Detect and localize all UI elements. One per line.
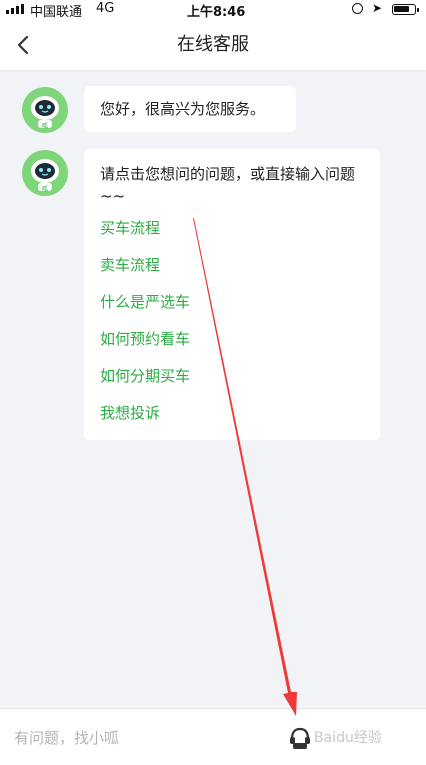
quick-question-link[interactable]: 如何预约看车	[100, 328, 364, 365]
avatar-label: 呱	[41, 186, 48, 193]
message-text: 您好，很高兴为您服务。	[100, 100, 266, 118]
composer-bar: Baidu经验	[0, 708, 426, 765]
quick-question-link[interactable]: 什么是严选车	[100, 291, 364, 328]
network-label: 4G	[96, 1, 115, 16]
bot-avatar: 呱	[22, 150, 68, 196]
message-bubble: 请点击您想问的问题，或直接输入问题~~ 买车流程 卖车流程 什么是严选车 如何预…	[84, 149, 380, 440]
carrier-label: 中国联通	[30, 5, 83, 20]
message-input[interactable]	[12, 721, 276, 755]
signal-icon	[6, 4, 24, 14]
battery-icon	[392, 4, 419, 15]
clock: 上午8:46	[187, 5, 246, 20]
quick-question-list: 买车流程 卖车流程 什么是严选车 如何预约看车 如何分期买车 我想投诉	[100, 217, 364, 439]
nav-bar: 在线客服	[0, 20, 426, 70]
status-bar: 中国联通 4G 上午8:46 ➤	[0, 0, 426, 20]
quick-question-link[interactable]: 买车流程	[100, 217, 364, 254]
location-icon: ➤	[372, 1, 383, 15]
quick-question-link[interactable]: 如何分期买车	[100, 365, 364, 402]
quick-question-link[interactable]: 我想投诉	[100, 402, 364, 439]
quick-question-link[interactable]: 卖车流程	[100, 254, 364, 291]
watermark-text: Baidu经验	[314, 730, 382, 746]
customer-service-icon[interactable]	[287, 725, 313, 751]
avatar-label: 呱	[41, 123, 48, 130]
message-text: 请点击您想问的问题，或直接输入问题~~	[100, 165, 356, 205]
bot-avatar: 呱	[22, 87, 68, 133]
rotation-lock-icon	[352, 3, 363, 14]
message-bubble: 您好，很高兴为您服务。	[84, 86, 296, 132]
page-title: 在线客服	[177, 34, 249, 55]
